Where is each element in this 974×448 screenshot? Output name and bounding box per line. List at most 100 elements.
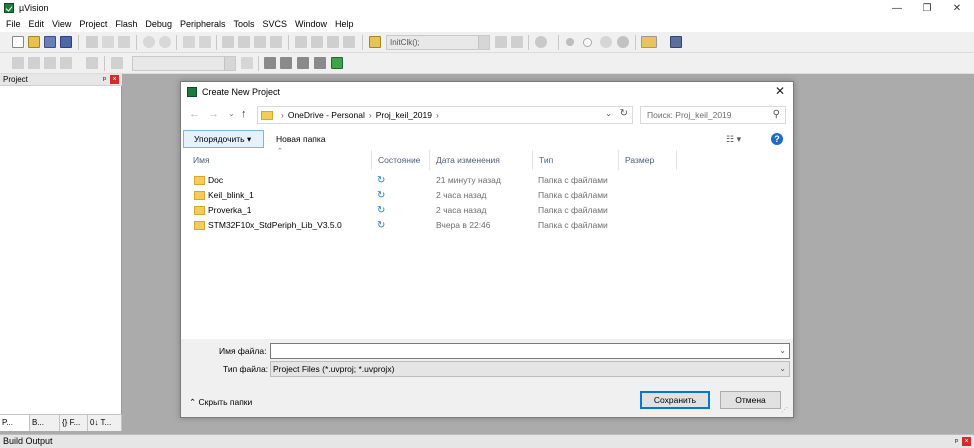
bookmark-next-icon[interactable] xyxy=(254,36,266,48)
minimize-button[interactable]: — xyxy=(882,0,912,16)
up-arrow-icon[interactable]: ↑ xyxy=(241,108,247,120)
paste-icon[interactable] xyxy=(118,36,130,48)
menu-edit[interactable]: Edit xyxy=(25,16,49,32)
address-bar[interactable]: › OneDrive - Personal › Proj_keil_2019 ›… xyxy=(257,106,633,124)
kill-breakpoints-icon[interactable] xyxy=(617,36,629,48)
function-combo[interactable]: InitClk(); xyxy=(386,35,490,50)
disable-breakpoint-icon[interactable] xyxy=(600,36,612,48)
chevron-down-icon[interactable] xyxy=(478,36,489,49)
pack-installer-icon[interactable] xyxy=(331,57,343,69)
save-button[interactable]: Сохранить xyxy=(640,391,710,409)
find-icon[interactable] xyxy=(495,36,507,48)
chevron-down-icon[interactable]: ⌄ xyxy=(779,344,786,358)
bookmark-clear-icon[interactable] xyxy=(270,36,282,48)
recent-locations-icon[interactable]: ⌄ xyxy=(228,109,235,118)
menu-peripherals[interactable]: Peripherals xyxy=(176,16,230,32)
column-size[interactable]: Размер xyxy=(619,150,677,170)
column-name[interactable]: Имя xyxy=(187,150,372,170)
redo-icon[interactable] xyxy=(159,36,171,48)
undo-icon[interactable] xyxy=(143,36,155,48)
menu-view[interactable]: View xyxy=(48,16,75,32)
tab-books[interactable]: B... xyxy=(30,415,60,431)
hide-folders-toggle[interactable]: ⌃ Скрыть папки xyxy=(189,397,252,408)
chevron-down-icon[interactable]: ⌄ xyxy=(779,362,786,376)
menu-project[interactable]: Project xyxy=(75,16,111,32)
pin-icon[interactable]: ᵖ xyxy=(955,435,958,448)
build-icon[interactable] xyxy=(28,57,40,69)
back-arrow-icon[interactable]: ← xyxy=(189,108,200,120)
nav-forward-icon[interactable] xyxy=(199,36,211,48)
rebuild-icon[interactable] xyxy=(44,57,56,69)
filename-field[interactable]: ⌄ xyxy=(270,343,790,359)
menu-file[interactable]: File xyxy=(2,16,25,32)
stop-build-icon[interactable] xyxy=(111,57,123,69)
resize-grip-icon[interactable]: ⋰ xyxy=(781,406,788,414)
unindent-icon[interactable] xyxy=(311,36,323,48)
bookmark-icon[interactable] xyxy=(222,36,234,48)
translate-icon[interactable] xyxy=(12,57,24,69)
chevron-down-icon[interactable]: ⌄ xyxy=(605,109,612,118)
list-item[interactable]: Keil_blink_1 ↻ 2 часа назад Папка с файл… xyxy=(181,188,793,203)
download-icon[interactable] xyxy=(86,57,98,69)
column-status[interactable]: Состояние xyxy=(372,150,430,170)
manage-project-items-icon[interactable] xyxy=(264,57,276,69)
target-options-icon[interactable] xyxy=(241,57,253,69)
dialog-close-button[interactable]: ✕ xyxy=(775,84,785,98)
configure-icon[interactable] xyxy=(670,36,682,48)
comment-icon[interactable] xyxy=(327,36,339,48)
open-file-icon[interactable] xyxy=(28,36,40,48)
rte-icon[interactable] xyxy=(314,57,326,69)
close-button[interactable]: ✕ xyxy=(942,0,972,16)
incremental-find-icon[interactable] xyxy=(535,36,547,48)
filetype-select[interactable]: Project Files (*.uvproj; *.uvprojx) ⌄ xyxy=(270,361,790,377)
tab-project[interactable]: P... xyxy=(0,415,30,431)
menu-help[interactable]: Help xyxy=(331,16,358,32)
search-input[interactable]: Поиск: Proj_keil_2019 ⚲ xyxy=(640,106,786,124)
tab-functions[interactable]: {} F... xyxy=(60,415,88,431)
column-date-modified[interactable]: Дата изменения xyxy=(430,150,533,170)
menu-debug[interactable]: Debug xyxy=(141,16,176,32)
list-item[interactable]: Proverka_1 ↻ 2 часа назад Папка с файлам… xyxy=(181,203,793,218)
list-item[interactable]: Doc ↻ 21 минуту назад Папка с файлами xyxy=(181,173,793,188)
close-icon[interactable]: × xyxy=(962,437,971,446)
cut-icon[interactable] xyxy=(86,36,98,48)
close-icon[interactable]: × xyxy=(110,75,119,84)
batch-build-icon[interactable] xyxy=(60,57,72,69)
debug-start-icon[interactable] xyxy=(566,38,574,46)
find-in-files-icon[interactable] xyxy=(369,36,381,48)
uncomment-icon[interactable] xyxy=(343,36,355,48)
breakpoint-icon[interactable] xyxy=(583,38,592,47)
view-options-button[interactable]: ☷ ▾ xyxy=(726,134,741,145)
cancel-button[interactable]: Отмена xyxy=(720,391,781,409)
tab-templates[interactable]: 0↓ T... xyxy=(88,415,122,431)
nav-back-icon[interactable] xyxy=(183,36,195,48)
maximize-button[interactable]: ❐ xyxy=(912,0,942,16)
save-icon[interactable] xyxy=(44,36,56,48)
organize-button[interactable]: Упорядочить ▾ xyxy=(183,130,264,148)
breadcrumb-proj-folder[interactable]: Proj_keil_2019 xyxy=(376,110,432,120)
help-icon[interactable]: ? xyxy=(771,133,783,145)
new-file-icon[interactable] xyxy=(12,36,24,48)
target-combo[interactable] xyxy=(132,56,236,71)
chevron-down-icon[interactable] xyxy=(224,57,235,70)
forward-arrow-icon[interactable]: → xyxy=(208,108,219,120)
menu-svcs[interactable]: SVCS xyxy=(259,16,292,32)
menu-window[interactable]: Window xyxy=(291,16,331,32)
save-all-icon[interactable] xyxy=(60,36,72,48)
new-folder-button[interactable]: Новая папка xyxy=(276,130,326,148)
replace-icon[interactable] xyxy=(511,36,523,48)
menu-flash[interactable]: Flash xyxy=(111,16,141,32)
column-type[interactable]: Тип xyxy=(533,150,619,170)
bookmark-prev-icon[interactable] xyxy=(238,36,250,48)
pin-icon[interactable]: ᵖ xyxy=(103,74,106,85)
menu-tools[interactable]: Tools xyxy=(229,16,258,32)
manage-components-icon[interactable] xyxy=(280,57,292,69)
search-icon[interactable]: ⚲ xyxy=(773,107,780,123)
indent-icon[interactable] xyxy=(295,36,307,48)
list-item[interactable]: STM32F10x_StdPeriph_Lib_V3.5.0 ↻ Вчера в… xyxy=(181,218,793,233)
copy-icon[interactable] xyxy=(102,36,114,48)
breadcrumb-onedrive[interactable]: OneDrive - Personal xyxy=(288,110,365,120)
window-layout-icon[interactable] xyxy=(641,36,657,48)
select-packs-icon[interactable] xyxy=(297,57,309,69)
refresh-icon[interactable]: ↻ xyxy=(620,108,628,119)
